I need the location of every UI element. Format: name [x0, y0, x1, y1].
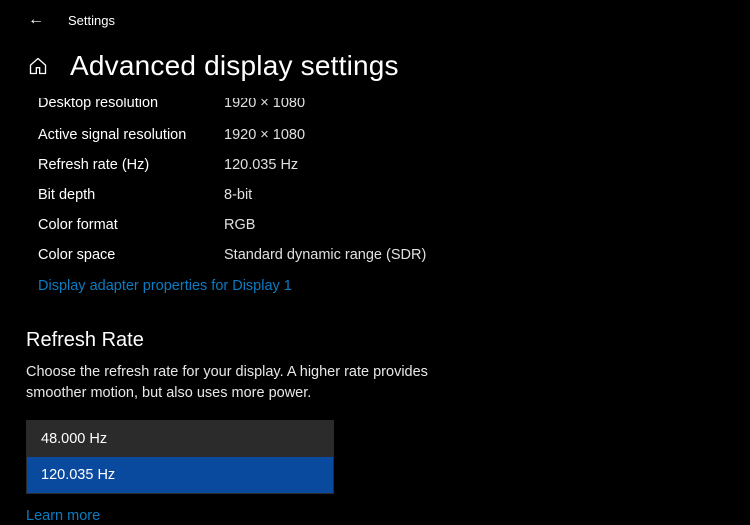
back-button[interactable]: ← [28, 12, 44, 28]
info-value: 120.035 Hz [224, 157, 298, 173]
info-row: Desktop resolution 1920 × 1080 [38, 98, 750, 120]
learn-more-link[interactable]: Learn more [26, 508, 100, 524]
info-row: Bit depth 8-bit [38, 180, 750, 210]
info-row: Color space Standard dynamic range (SDR) [38, 240, 750, 270]
info-row: Refresh rate (Hz) 120.035 Hz [38, 150, 750, 180]
info-row: Color format RGB [38, 210, 750, 240]
info-label: Color format [38, 217, 224, 233]
info-value: 8-bit [224, 187, 252, 203]
display-info-list: Desktop resolution 1920 × 1080 Active si… [0, 98, 750, 270]
info-value: 1920 × 1080 [224, 127, 305, 143]
info-label: Desktop resolution [38, 98, 224, 111]
info-row: Active signal resolution 1920 × 1080 [38, 120, 750, 150]
info-value: Standard dynamic range (SDR) [224, 247, 426, 263]
page-header: Advanced display settings [0, 36, 750, 98]
info-value: RGB [224, 217, 255, 233]
info-label: Active signal resolution [38, 127, 224, 143]
titlebar-label: Settings [68, 13, 115, 28]
refresh-rate-dropdown[interactable]: 48.000 Hz 120.035 Hz [26, 420, 334, 494]
refresh-rate-option[interactable]: 48.000 Hz [27, 421, 333, 457]
page-title: Advanced display settings [70, 50, 399, 82]
info-value: 1920 × 1080 [224, 98, 305, 111]
refresh-rate-option-selected[interactable]: 120.035 Hz [27, 457, 333, 493]
info-label: Refresh rate (Hz) [38, 157, 224, 173]
titlebar: ← Settings [0, 0, 750, 36]
info-label: Color space [38, 247, 224, 263]
refresh-rate-heading: Refresh Rate [0, 295, 750, 362]
info-label: Bit depth [38, 187, 224, 203]
display-adapter-link[interactable]: Display adapter properties for Display 1 [38, 278, 292, 294]
refresh-rate-description: Choose the refresh rate for your display… [0, 362, 460, 404]
home-icon[interactable] [28, 56, 48, 76]
